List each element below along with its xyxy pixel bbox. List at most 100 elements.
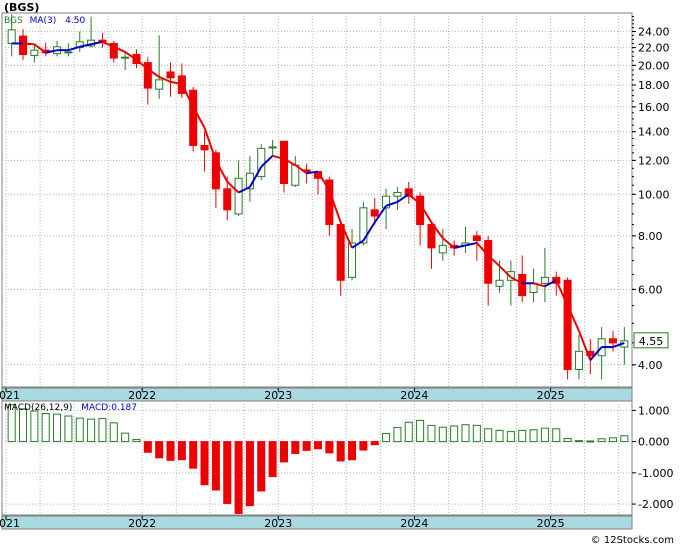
- price-y-tick-label: 6.00: [638, 283, 663, 296]
- candle-body: [30, 49, 39, 56]
- candle-body: [540, 276, 549, 284]
- price-plot-frame: [1, 12, 633, 388]
- macd-bar: [472, 424, 481, 443]
- legend-symbol: BGS: [4, 16, 23, 26]
- candle-body: [518, 273, 527, 297]
- price-y-tick-label: 16.00: [638, 101, 670, 114]
- chart-canvas: 24.00 22.00 20.00 18.00 16.00 14.00 12.00 10.00…: [0, 12, 673, 530]
- macd-bar: [211, 441, 220, 491]
- candle-body: [223, 188, 232, 211]
- macd-plot-frame: [1, 400, 633, 516]
- macd-bar: [87, 418, 96, 443]
- price-x-tick-label: 2025: [537, 389, 565, 402]
- macd-bar: [518, 429, 527, 443]
- macd-bar: [620, 435, 629, 443]
- price-y-tick-label: 4.00: [638, 359, 663, 372]
- macd-legend-label: MACD(26,12,9): [4, 403, 73, 413]
- macd-bar: [223, 441, 232, 504]
- macd-x-tick-label: 2021: [0, 517, 20, 530]
- macd-bar: [393, 427, 402, 443]
- candle-body: [563, 279, 572, 371]
- price-y-tick-label: 20.00: [638, 59, 670, 72]
- candle-body: [200, 145, 209, 151]
- price-y-tick-label: 14.00: [638, 126, 670, 139]
- macd-bar: [495, 429, 504, 443]
- macd-bar: [302, 441, 311, 451]
- candle-body: [291, 164, 300, 186]
- candle-body: [393, 191, 402, 197]
- price-x-tick-label: 2022: [128, 389, 156, 402]
- candle-body: [416, 195, 425, 226]
- macd-bar: [234, 441, 243, 514]
- macd-bar: [348, 441, 357, 461]
- macd-y-tick-label: -1.000: [638, 467, 673, 480]
- macd-bar: [132, 438, 141, 443]
- footer-credit: © 12Stocks.com: [590, 535, 674, 546]
- macd-bar: [586, 440, 595, 443]
- candle-body: [484, 240, 493, 284]
- macd-bar: [563, 437, 572, 443]
- macd-bar: [98, 417, 107, 443]
- macd-legend-value: MACD:0.187: [81, 403, 138, 413]
- candle-body: [370, 209, 379, 217]
- macd-bar: [416, 419, 425, 443]
- macd-bar: [404, 421, 413, 443]
- price-y-tick-label: 18.00: [638, 79, 670, 92]
- macd-bar: [427, 424, 436, 443]
- macd-bar: [438, 426, 447, 443]
- price-y-tick-label: 8.00: [638, 230, 663, 243]
- macd-bar: [450, 425, 459, 443]
- macd-x-tick-label: 2023: [264, 517, 292, 530]
- candle-body: [348, 242, 357, 278]
- candle-body: [438, 244, 447, 254]
- macd-y-tick-label: 0.000: [638, 436, 670, 449]
- price-x-tick-label: 2021: [0, 389, 20, 402]
- candle-body: [155, 79, 164, 90]
- candle-body: [574, 350, 583, 371]
- macd-bar: [189, 441, 198, 469]
- macd-bar: [540, 427, 549, 443]
- macd-bar: [177, 441, 186, 461]
- macd-bar: [529, 429, 538, 443]
- macd-bar: [200, 441, 209, 486]
- candle-body: [336, 224, 345, 281]
- macd-bar: [109, 422, 118, 443]
- price-y-tick-label: 12.00: [638, 154, 670, 167]
- candle-body: [608, 338, 617, 344]
- macd-bar: [143, 441, 152, 453]
- macd-y-tick-label: -2.000: [638, 498, 673, 511]
- macd-bar: [574, 440, 583, 443]
- macd-bar: [325, 441, 334, 454]
- macd-bar: [155, 441, 164, 459]
- candle-body: [64, 51, 73, 54]
- candle-body: [234, 177, 243, 215]
- macd-bar: [597, 438, 606, 443]
- ma-line-segment: [22, 42, 35, 46]
- macd-x-tick-label: 2025: [537, 517, 565, 530]
- macd-bar: [461, 424, 470, 443]
- macd-x-tick-label: 2024: [400, 517, 428, 530]
- macd-bar: [41, 412, 50, 443]
- candle-body: [166, 71, 175, 79]
- macd-bar: [359, 441, 368, 451]
- macd-bar: [19, 408, 28, 443]
- macd-bar: [484, 428, 493, 443]
- legend-ma-value: 4.50: [65, 16, 86, 26]
- legend-ma-label: MA(3): [29, 16, 57, 26]
- macd-bar: [268, 441, 277, 478]
- macd-bar: [64, 415, 73, 443]
- macd-bar: [166, 441, 175, 461]
- candle-body: [268, 146, 277, 149]
- macd-bar: [336, 441, 345, 462]
- candle-body: [495, 279, 504, 287]
- last-price-label: 4.55: [639, 335, 664, 348]
- candle-body: [121, 56, 130, 59]
- macd-panel: 1.000 0.000 -1.000 -2.000 2021 2022 2023 2024 20…: [0, 400, 673, 530]
- candle-body: [7, 29, 16, 44]
- candle-body: [427, 224, 436, 249]
- macd-bar: [75, 417, 84, 443]
- macd-bar: [245, 441, 254, 507]
- candle-body: [189, 89, 198, 147]
- price-y-tick-label: 10.00: [638, 188, 670, 201]
- price-y-tick-label: 22.00: [638, 42, 670, 55]
